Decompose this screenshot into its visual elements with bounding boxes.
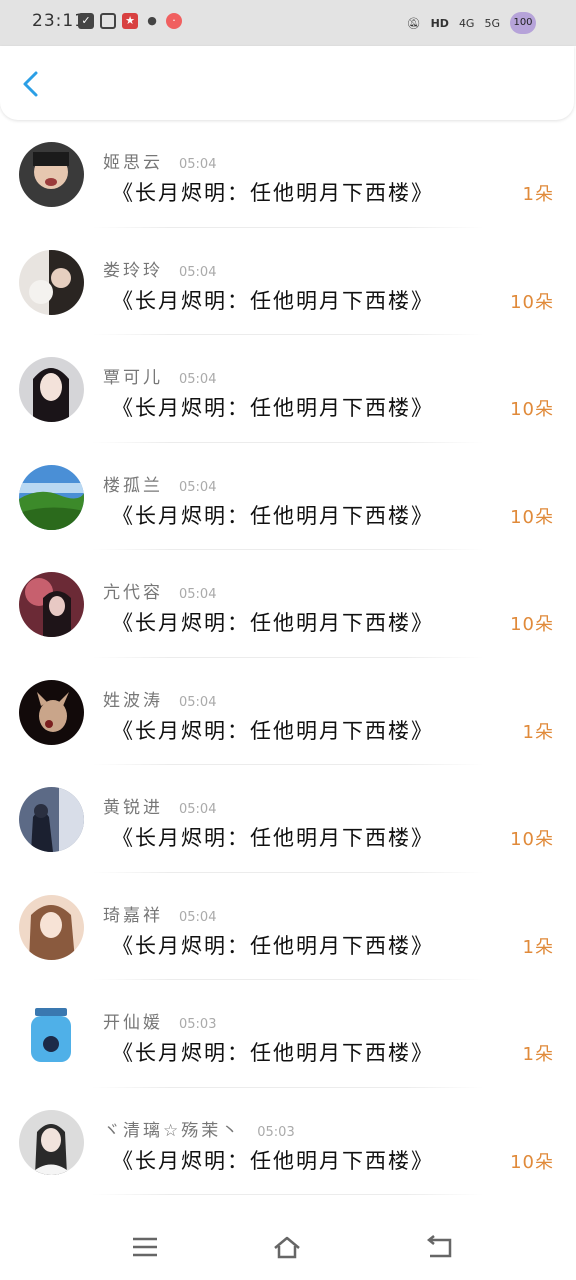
sender-line: 亢代容 05:04 (103, 578, 216, 603)
work-title: 《长月烬明：任他明月下西楼》 (112, 718, 434, 743)
work-title: 《长月烬明：任他明月下西楼》 (112, 396, 434, 420)
sender-name: ヾ清璃☆殇茉丶 (103, 1120, 242, 1141)
sender-name: 楼孤兰 (103, 475, 163, 496)
avatar[interactable] (19, 679, 84, 745)
sender-name: 亢代容 (103, 583, 163, 603)
gift-count: 1朵 (522, 721, 554, 743)
notification-icons: ✓ ★ ● · (78, 13, 182, 29)
work-title: 《长月烬明：任他明月下西楼》 (112, 181, 434, 205)
sender-line: 姬思云 05:04 (103, 148, 216, 173)
avatar[interactable] (19, 464, 84, 530)
return-icon[interactable] (424, 1234, 454, 1260)
send-time: 05:04 (179, 694, 217, 710)
signal-5g: 5G (484, 16, 500, 30)
sender-line: ヾ清璃☆殇茉丶 05:03 (103, 1116, 295, 1141)
back-chevron-icon[interactable] (20, 70, 42, 98)
top-bar (0, 46, 574, 120)
list-item[interactable]: 琦嘉祥 05:04 《长月烬明：任他明月下西楼》 1朵 (0, 873, 576, 980)
list-item[interactable]: 覃可儿 05:04 《长月烬明：任他明月下西楼》 10朵 (0, 335, 576, 443)
sender-line: 楼孤兰 05:04 (103, 471, 216, 496)
gift-count: 1朵 (522, 184, 554, 205)
work-title: 《长月烬明：任他明月下西楼》 (112, 611, 434, 635)
system-nav-bar (0, 1212, 576, 1280)
work-title: 《长月烬明：任他明月下西楼》 (112, 826, 434, 850)
battery-indicator: 100 (510, 12, 536, 34)
divider (92, 1194, 484, 1195)
list-item[interactable]: 亢代容 05:04 《长月烬明：任他明月下西楼》 10朵 (0, 550, 576, 658)
status-bar: 23:11 ✓ ★ ● · 🔕︎ HD 4G 5G 100 (0, 0, 576, 46)
send-time: 05:04 (179, 372, 217, 387)
avatar[interactable] (19, 249, 84, 315)
gift-count: 1朵 (522, 936, 554, 958)
sender-name: 覃可儿 (103, 368, 163, 388)
send-time: 05:03 (257, 1124, 295, 1140)
list-item[interactable]: 开仙媛 05:03 《长月烬明：任他明月下西楼》 1朵 (0, 980, 576, 1088)
sender-name: 黄锐进 (103, 798, 163, 818)
gift-count: 10朵 (510, 614, 554, 635)
avatar[interactable] (19, 357, 84, 422)
list-item[interactable]: ヾ清璃☆殇茉丶 05:03 《长月烬明：任他明月下西楼》 10朵 (0, 1088, 576, 1195)
signal-4g: 4G (458, 16, 475, 30)
app-square-icon (100, 13, 116, 29)
list-item[interactable]: 楼孤兰 05:04 《长月烬明：任他明月下西楼》 10朵 (0, 443, 576, 550)
hd-icon: HD (430, 16, 449, 30)
work-title: 《长月烬明：任他明月下西楼》 (112, 1041, 434, 1065)
sender-name: 娄玲玲 (103, 260, 163, 281)
mute-icon: 🔕︎ (406, 16, 421, 30)
list-item[interactable]: 姬思云 05:04 《长月烬明：任他明月下西楼》 1朵 (0, 120, 576, 228)
send-time: 05:04 (179, 802, 217, 817)
avatar[interactable] (19, 787, 84, 852)
avatar[interactable] (19, 1002, 84, 1067)
gift-count: 10朵 (510, 829, 554, 850)
send-time: 05:03 (179, 1017, 217, 1032)
sender-line: 姓波涛 05:04 (103, 686, 216, 711)
sender-line: 黄锐进 05:04 (103, 793, 216, 818)
sender-name: 姓波涛 (103, 690, 163, 711)
home-icon[interactable] (272, 1234, 302, 1260)
gift-count: 10朵 (510, 1151, 554, 1173)
list-item[interactable]: 娄玲玲 05:04 《长月烬明：任他明月下西楼》 10朵 (0, 228, 576, 335)
status-right: 🔕︎ HD 4G 5G 100 (407, 12, 536, 34)
sender-line: 开仙媛 05:03 (103, 1008, 216, 1033)
work-title: 《长月烬明：任他明月下西楼》 (112, 288, 434, 313)
app-face-icon: · (166, 13, 182, 29)
avatar[interactable] (19, 894, 84, 960)
app-red-icon: ★ (122, 13, 138, 29)
sender-name: 姬思云 (103, 153, 163, 173)
app-check-icon: ✓ (78, 13, 94, 29)
send-time: 05:04 (179, 587, 217, 602)
sender-line: 覃可儿 05:04 (103, 363, 216, 388)
sender-line: 琦嘉祥 05:04 (103, 901, 216, 926)
gift-count: 10朵 (510, 506, 554, 528)
list-item[interactable]: 黄锐进 05:04 《长月烬明：任他明月下西楼》 10朵 (0, 765, 576, 873)
send-time: 05:04 (179, 264, 217, 280)
gift-count: 10朵 (510, 399, 554, 420)
list-item[interactable]: 姓波涛 05:04 《长月烬明：任他明月下西楼》 1朵 (0, 658, 576, 765)
menu-icon[interactable] (130, 1234, 160, 1260)
sender-line: 娄玲玲 05:04 (103, 256, 216, 281)
work-title: 《长月烬明：任他明月下西楼》 (112, 933, 434, 958)
sender-name: 琦嘉祥 (103, 905, 163, 926)
avatar[interactable] (19, 142, 84, 207)
send-time: 05:04 (179, 479, 217, 495)
gift-record-list: 姬思云 05:04 《长月烬明：任他明月下西楼》 1朵 娄玲玲 05:04 《长月烬… (0, 120, 576, 1195)
send-time: 05:04 (179, 909, 217, 925)
work-title: 《长月烬明：任他明月下西楼》 (112, 1148, 434, 1173)
gift-count: 1朵 (522, 1044, 554, 1065)
wechat-icon: ● (147, 14, 157, 27)
send-time: 05:04 (179, 157, 217, 172)
avatar[interactable] (19, 572, 84, 637)
avatar[interactable] (19, 1109, 84, 1175)
gift-count: 10朵 (510, 291, 554, 313)
sender-name: 开仙媛 (103, 1013, 163, 1033)
work-title: 《长月烬明：任他明月下西楼》 (112, 503, 434, 528)
